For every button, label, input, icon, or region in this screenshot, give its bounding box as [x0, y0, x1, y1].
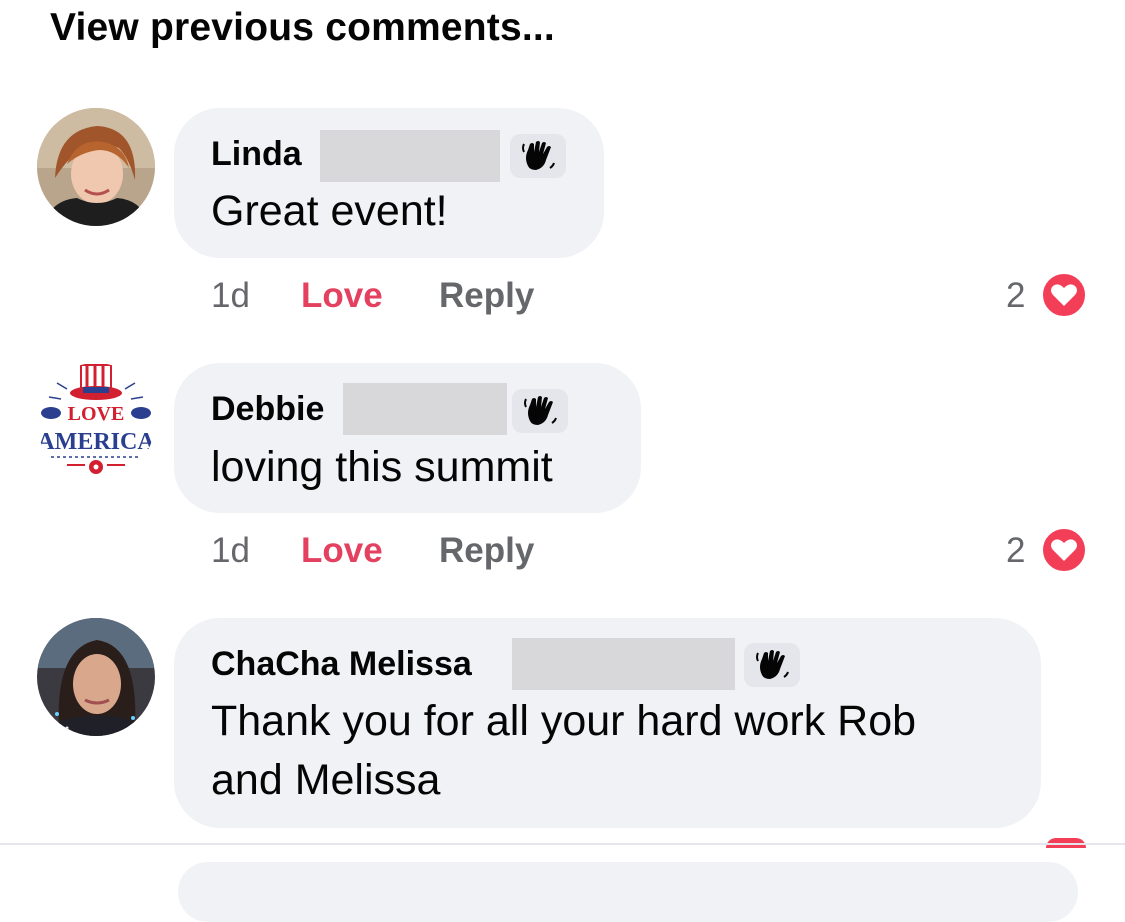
avatar-photo [37, 108, 155, 226]
redacted-surname [512, 638, 735, 690]
avatar-linda[interactable] [37, 108, 155, 226]
view-previous-comments-link[interactable]: View previous comments... [50, 6, 555, 50]
comment-text-line: Thank you for all your hard work Rob [211, 697, 917, 745]
reaction-count[interactable]: 2 [1006, 531, 1025, 571]
avatar-text-love: LOVE [68, 403, 125, 425]
reply-button[interactable]: Reply [439, 276, 534, 316]
love-button[interactable]: Love [301, 531, 383, 571]
waving-hand-icon [744, 643, 800, 687]
divider [0, 843, 1125, 845]
avatar-chacha-melissa[interactable] [37, 618, 155, 736]
comment-timestamp[interactable]: 1d [211, 276, 250, 316]
redacted-surname [320, 130, 500, 182]
waving-hand-icon [510, 134, 566, 178]
reaction-count[interactable]: 2 [1006, 276, 1025, 316]
comment-text-line: loving this summit [211, 443, 553, 491]
avatar-text-america: AMERICA [37, 429, 155, 455]
redacted-surname [343, 383, 507, 435]
comment-timestamp[interactable]: 1d [211, 531, 250, 571]
comment-text-line: and Melissa [211, 756, 441, 804]
heart-icon[interactable] [1040, 271, 1088, 319]
comment-text-line: Great event! [211, 187, 448, 235]
comment-composer-input[interactable] [178, 862, 1078, 922]
waving-hand-icon [512, 389, 568, 433]
heart-icon[interactable] [1040, 526, 1088, 574]
comment-author-name[interactable]: Debbie [211, 390, 324, 429]
comment-author-name[interactable]: Linda [211, 135, 302, 174]
avatar-debbie[interactable]: LOVE AMERICA [37, 363, 155, 481]
comment-author-name[interactable]: ChaCha Melissa [211, 645, 472, 684]
love-america-logo: LOVE AMERICA [37, 363, 155, 481]
avatar-photo [37, 618, 155, 736]
reply-button[interactable]: Reply [439, 531, 534, 571]
love-button[interactable]: Love [301, 276, 383, 316]
